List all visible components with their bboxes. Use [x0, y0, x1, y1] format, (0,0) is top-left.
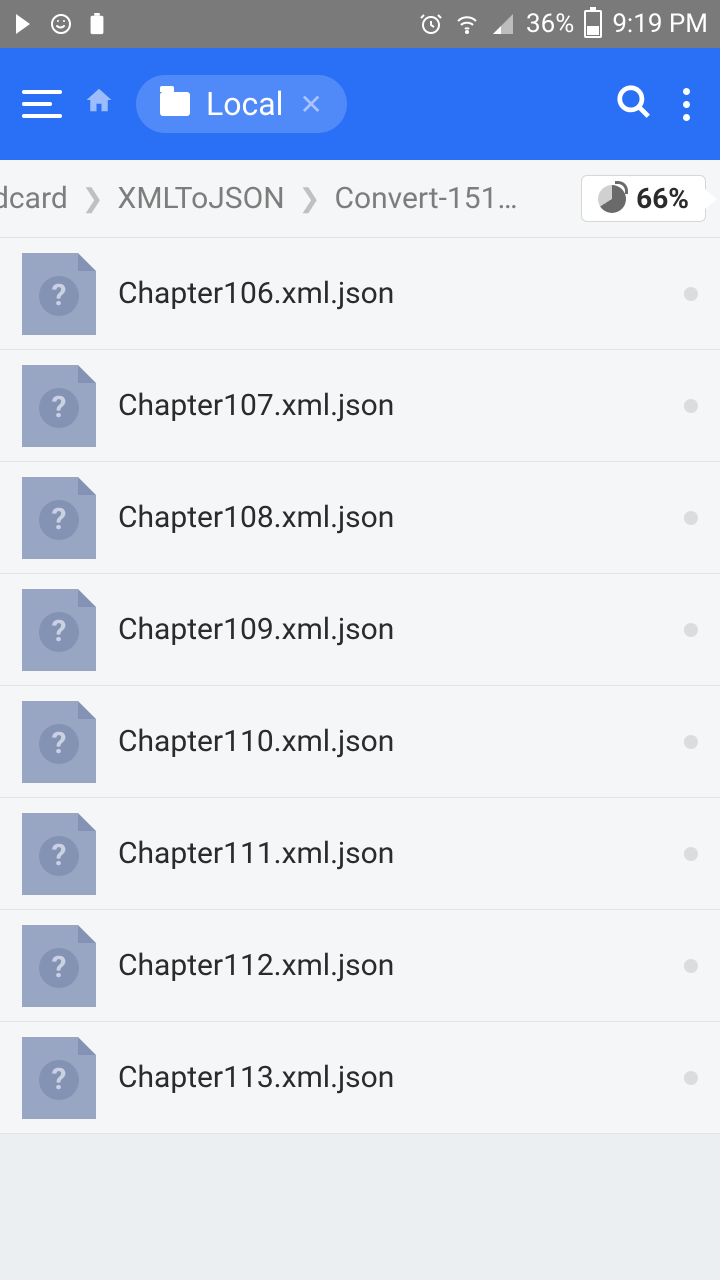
- pie-chart-icon: [598, 185, 626, 213]
- chevron-right-icon: ❯: [299, 184, 321, 214]
- file-name: Chapter110.xml.json: [118, 724, 662, 759]
- breadcrumb-item[interactable]: XMLToJSON: [118, 181, 285, 216]
- battery-percent-text: 36%: [526, 9, 574, 39]
- whatsapp-icon: [48, 11, 74, 37]
- overflow-menu-button[interactable]: [675, 88, 698, 121]
- file-status-dot: [684, 623, 698, 637]
- search-button[interactable]: [615, 83, 653, 125]
- file-status-dot: [684, 847, 698, 861]
- battery-icon: [584, 10, 602, 38]
- home-button[interactable]: [84, 85, 114, 123]
- file-status-dot: [684, 287, 698, 301]
- play-store-icon: [12, 11, 38, 37]
- file-icon: [22, 589, 96, 671]
- file-icon: [22, 477, 96, 559]
- chevron-right-icon: ❯: [82, 184, 104, 214]
- tab-close-button[interactable]: ✕: [299, 88, 322, 121]
- app-bar: Local ✕: [0, 48, 720, 160]
- tab-label: Local: [206, 85, 283, 123]
- file-name: Chapter108.xml.json: [118, 500, 662, 535]
- file-row[interactable]: Chapter108.xml.json: [0, 462, 720, 574]
- file-icon: [22, 701, 96, 783]
- file-name: Chapter113.xml.json: [118, 1060, 662, 1095]
- battery-recycle-icon: [84, 11, 110, 37]
- file-status-dot: [684, 959, 698, 973]
- file-row[interactable]: Chapter111.xml.json: [0, 798, 720, 910]
- file-status-dot: [684, 1071, 698, 1085]
- file-row[interactable]: Chapter109.xml.json: [0, 574, 720, 686]
- breadcrumb-item[interactable]: dcard: [0, 181, 68, 216]
- alarm-icon: [418, 11, 444, 37]
- breadcrumb-bar: dcard ❯ XMLToJSON ❯ Convert-151… 66%: [0, 160, 720, 238]
- storage-percent-text: 66%: [636, 182, 689, 215]
- clock-text: 9:19 PM: [612, 9, 708, 39]
- wifi-icon: [454, 11, 480, 37]
- breadcrumb-item-current[interactable]: Convert-151…: [334, 181, 517, 216]
- file-row[interactable]: Chapter112.xml.json: [0, 910, 720, 1022]
- signal-icon: [490, 11, 516, 37]
- file-status-dot: [684, 735, 698, 749]
- status-right: 36% 9:19 PM: [418, 9, 708, 39]
- file-icon: [22, 1037, 96, 1119]
- file-status-dot: [684, 399, 698, 413]
- file-name: Chapter109.xml.json: [118, 612, 662, 647]
- file-list: Chapter106.xml.json Chapter107.xml.json …: [0, 238, 720, 1134]
- file-row[interactable]: Chapter106.xml.json: [0, 238, 720, 350]
- file-status-dot: [684, 511, 698, 525]
- file-name: Chapter107.xml.json: [118, 388, 662, 423]
- file-row[interactable]: Chapter107.xml.json: [0, 350, 720, 462]
- file-icon: [22, 253, 96, 335]
- file-icon: [22, 925, 96, 1007]
- menu-button[interactable]: [22, 90, 62, 118]
- file-name: Chapter112.xml.json: [118, 948, 662, 983]
- file-name: Chapter111.xml.json: [118, 836, 662, 871]
- folder-icon: [160, 92, 190, 116]
- file-row[interactable]: Chapter113.xml.json: [0, 1022, 720, 1134]
- file-icon: [22, 813, 96, 895]
- file-name: Chapter106.xml.json: [118, 276, 662, 311]
- status-bar: 36% 9:19 PM: [0, 0, 720, 48]
- file-row[interactable]: Chapter110.xml.json: [0, 686, 720, 798]
- file-icon: [22, 365, 96, 447]
- storage-badge[interactable]: 66%: [581, 175, 706, 222]
- status-left: [12, 11, 110, 37]
- tab-local[interactable]: Local ✕: [136, 75, 347, 133]
